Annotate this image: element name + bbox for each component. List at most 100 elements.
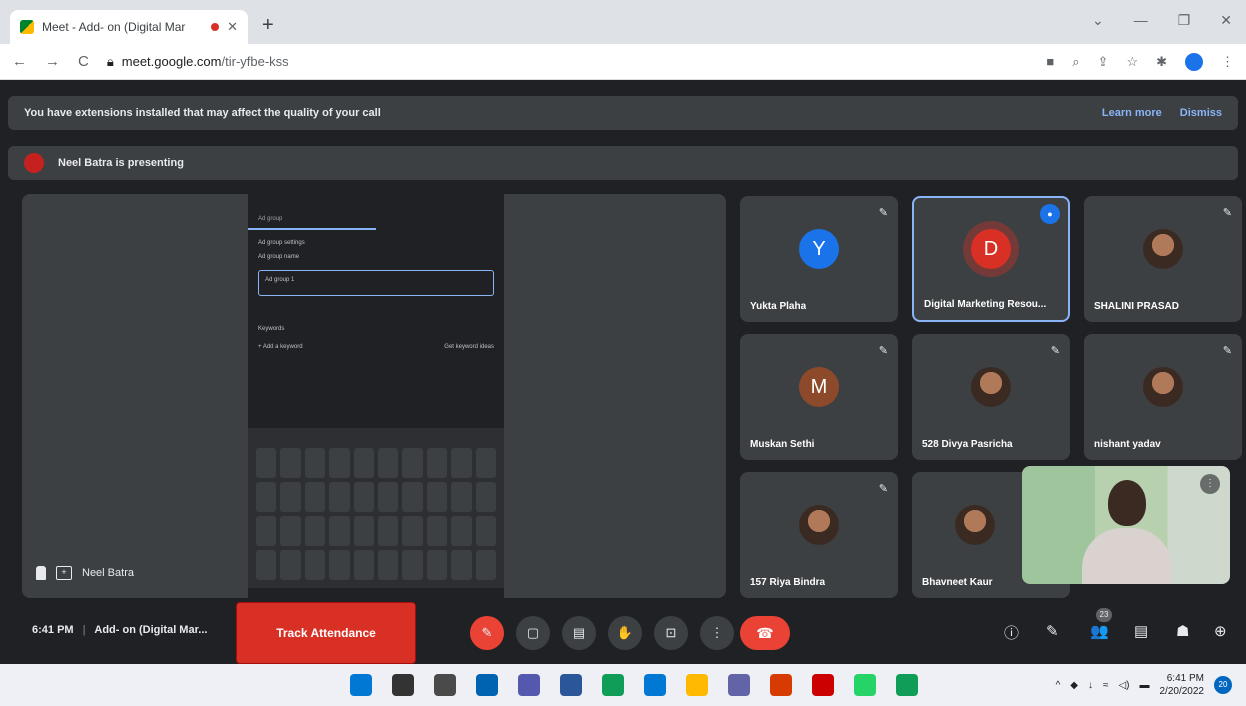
clock-date: 2/20/2022 — [1159, 686, 1205, 697]
taskbar-app-icon[interactable] — [896, 674, 918, 696]
participant-name: nishant yadav — [1094, 439, 1161, 450]
new-tab-button[interactable]: + — [262, 14, 274, 37]
taskbar-app-icon[interactable] — [854, 674, 876, 696]
avatar-photo — [1143, 228, 1183, 269]
menu-icon[interactable]: ⋮ — [1221, 54, 1234, 70]
back-icon[interactable]: ← — [12, 53, 27, 70]
participant-tile[interactable]: ✎ M Muskan Sethi — [740, 334, 898, 460]
participant-tile[interactable]: ✎ Y Yukta Plaha — [740, 196, 898, 322]
participant-tile[interactable]: ✎ 528 Divya Pasricha — [912, 334, 1070, 460]
zoom-icon[interactable]: ⌕ — [1072, 54, 1079, 70]
stage-caption: + Neel Batra — [36, 566, 134, 580]
phone-keyboard — [248, 428, 504, 588]
present-now-button[interactable]: ⊡ — [654, 616, 688, 650]
participant-name: SHALINI PRASAD — [1094, 301, 1180, 312]
extensions-icon[interactable]: ✱ — [1156, 54, 1167, 70]
download-icon[interactable]: ↓ — [1088, 680, 1093, 691]
avatar-photo — [955, 504, 996, 545]
avatar: Y — [799, 228, 839, 269]
track-attendance-button[interactable]: Track Attendance — [236, 602, 416, 664]
taskbar-app-icon[interactable] — [644, 674, 666, 696]
pin-icon[interactable] — [36, 566, 46, 580]
url-path: /tir-yfbe-kss — [221, 54, 289, 69]
meeting-info: 6:41 PM | Add- on (Digital Mar... — [32, 624, 208, 636]
window-controls: ⌄ — ❐ ✕ — [1092, 12, 1232, 29]
share-icon[interactable]: ⇪ — [1098, 54, 1109, 70]
browser-tabbar: Meet - Add- on (Digital Mar ✕ + ⌄ — ❐ ✕ — [0, 0, 1246, 44]
meeting-time: 6:41 PM — [32, 624, 74, 636]
clock-time: 6:41 PM — [1166, 673, 1204, 684]
speaking-indicator-icon: ● — [1040, 204, 1060, 224]
forward-icon[interactable]: → — [45, 53, 60, 70]
mic-muted-icon: ✎ — [878, 483, 888, 495]
tab-meet[interactable]: Meet - Add- on (Digital Mar ✕ — [10, 10, 248, 44]
reload-icon[interactable]: C — [78, 53, 89, 70]
tray-app-icon[interactable]: ◆ — [1070, 680, 1078, 691]
avatar: D — [971, 229, 1011, 270]
address-bar[interactable]: 🔒︎ meet.google.com/tir-yfbe-kss — [107, 54, 289, 70]
tab-title: Meet - Add- on (Digital Mar — [42, 20, 186, 34]
host-controls-icon[interactable]: ✎ — [1046, 622, 1059, 640]
taskbar-app-icon[interactable] — [770, 674, 792, 696]
mic-muted-icon: ✎ — [1222, 207, 1232, 219]
raise-hand-button[interactable]: ✋ — [608, 616, 642, 650]
taskbar-app-icon[interactable] — [350, 674, 372, 696]
tab-search-icon[interactable]: ⌄ — [1092, 12, 1104, 29]
taskbar-app-icon[interactable] — [392, 674, 414, 696]
minimize-button[interactable]: — — [1134, 12, 1148, 29]
close-window-button[interactable]: ✕ — [1220, 12, 1232, 29]
show-hidden-icons-icon[interactable]: ^ — [1056, 680, 1061, 691]
clock[interactable]: 6:41 PM 2/20/2022 — [1160, 672, 1205, 698]
mic-toggle-button[interactable]: ✎ — [470, 616, 504, 650]
presenter-name: Neel Batra — [82, 567, 134, 579]
taskbar-app-icon[interactable] — [602, 674, 624, 696]
chat-icon[interactable]: ▤ — [1134, 622, 1148, 640]
profile-avatar[interactable] — [1185, 52, 1203, 71]
volume-icon[interactable]: ◁) — [1118, 680, 1129, 691]
ad-group-name-value: Ad group 1 — [265, 277, 295, 283]
people-icon[interactable]: 👥 — [1090, 622, 1109, 640]
keywords-heading: Keywords — [258, 326, 285, 332]
more-options-button[interactable]: ⋮ — [700, 616, 734, 650]
self-video-person — [1082, 480, 1172, 584]
camera-indicator-icon[interactable]: ■ — [1046, 54, 1054, 69]
taskbar-apps — [350, 674, 918, 696]
meeting-details-icon[interactable]: ⓘ — [1004, 622, 1019, 643]
add-keyword-link: + Add a keyword — [258, 344, 303, 350]
taskbar-app-icon[interactable] — [560, 674, 582, 696]
dismiss-link[interactable]: Dismiss — [1180, 107, 1222, 119]
bookmark-star-icon[interactable]: ☆ — [1126, 54, 1138, 70]
participant-tile[interactable]: ✎ SHALINI PRASAD — [1084, 196, 1242, 322]
participant-tile-active-speaker[interactable]: ● D Digital Marketing Resou... — [912, 196, 1070, 322]
mic-muted-icon: ✎ — [1222, 345, 1232, 357]
close-tab-icon[interactable]: ✕ — [227, 19, 238, 35]
taskbar-app-icon[interactable] — [728, 674, 750, 696]
keyword-ideas-link: Get keyword ideas — [444, 344, 494, 350]
activities-icon[interactable]: ☗ — [1176, 622, 1189, 640]
taskbar-app-icon[interactable] — [686, 674, 708, 696]
avatar-photo — [1143, 366, 1183, 407]
wifi-icon[interactable]: ≈ — [1103, 680, 1109, 691]
presenter-avatar — [24, 153, 44, 173]
battery-icon[interactable]: ▬ — [1140, 680, 1150, 691]
taskbar-app-icon[interactable] — [434, 674, 456, 696]
taskbar-app-icon[interactable] — [812, 674, 834, 696]
notification-badge[interactable]: 20 — [1214, 676, 1232, 694]
self-view-video[interactable]: ⋮ — [1022, 466, 1230, 584]
leave-call-button[interactable]: ☎ — [740, 616, 790, 650]
camera-toggle-button[interactable]: ▢ — [516, 616, 550, 650]
meet-logo-icon — [20, 20, 34, 34]
avatar: M — [799, 366, 839, 407]
participant-tile[interactable]: ✎ nishant yadav — [1084, 334, 1242, 460]
url-host: meet.google.com — [121, 54, 222, 69]
participant-tile[interactable]: ✎ 157 Riya Bindra — [740, 472, 898, 598]
taskbar-app-icon[interactable] — [518, 674, 540, 696]
captions-button[interactable]: ▤ — [562, 616, 596, 650]
lock-controls-icon[interactable]: ⊕ — [1214, 622, 1227, 640]
restore-button[interactable]: ❐ — [1178, 12, 1191, 29]
more-options-icon[interactable]: ⋮ — [1200, 474, 1220, 494]
taskbar-app-icon[interactable] — [476, 674, 498, 696]
learn-more-link[interactable]: Learn more — [1102, 107, 1162, 119]
phone-status-bar — [248, 194, 504, 212]
participant-name: 157 Riya Bindra — [750, 577, 826, 588]
